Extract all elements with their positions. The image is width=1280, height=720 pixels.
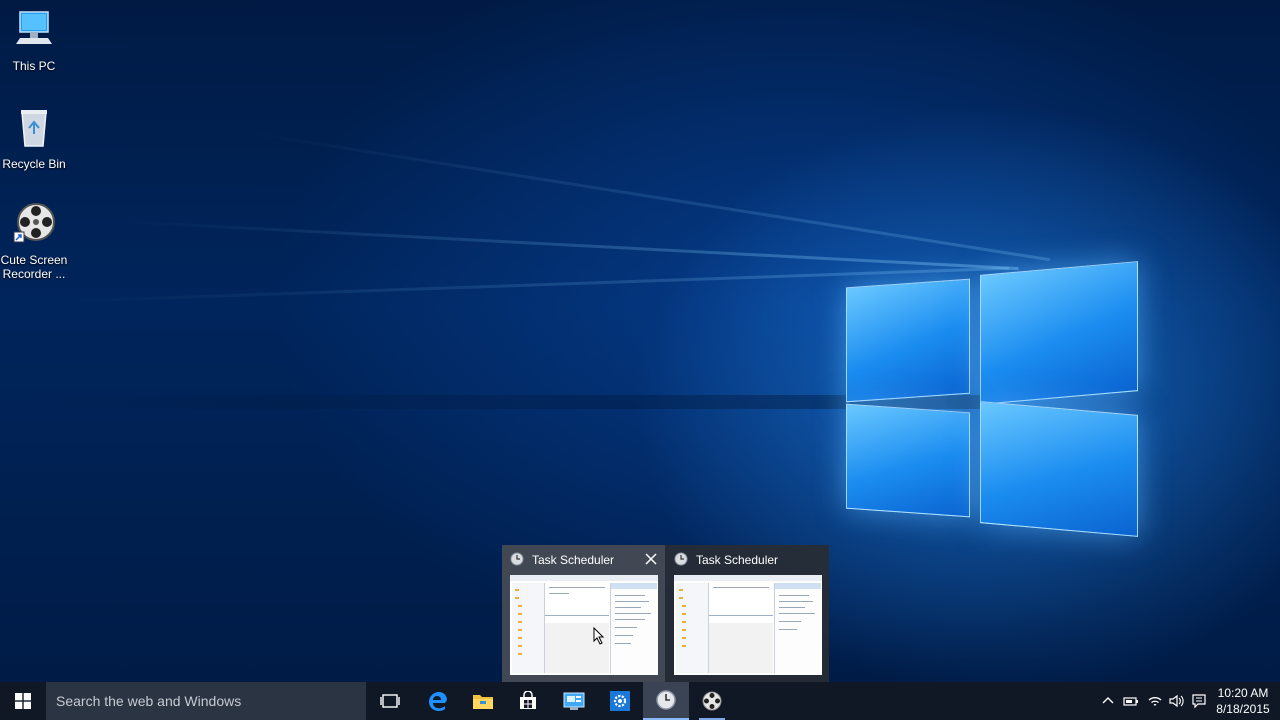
- task-view-button[interactable]: [367, 682, 413, 720]
- battery-icon[interactable]: [1123, 693, 1139, 709]
- thumbnail-task-scheduler-2[interactable]: Task Scheduler: [666, 545, 829, 682]
- desktop-icon-cute-screen-recorder[interactable]: Cute Screen Recorder ...: [0, 202, 70, 281]
- computer-icon: [16, 11, 52, 44]
- action-center-icon[interactable]: [1191, 693, 1207, 709]
- control-panel-icon: [563, 692, 585, 710]
- taskbar-thumbnail-popup: Task Scheduler Task Scheduler: [502, 545, 829, 682]
- store-icon: [520, 691, 536, 709]
- light-beam: [119, 220, 1019, 271]
- desktop-icon-this-pc[interactable]: This PC: [0, 8, 70, 73]
- logo-pane-top-left: [846, 278, 970, 403]
- thumbnail-task-scheduler-1[interactable]: Task Scheduler: [502, 545, 665, 682]
- taskbar-app-task-scheduler[interactable]: [643, 682, 689, 720]
- taskbar-app-edge[interactable]: [414, 682, 460, 720]
- clock-date: 8/18/2015: [1216, 702, 1270, 716]
- folder-icon: [473, 695, 493, 709]
- edge-icon: [429, 692, 447, 711]
- taskbar: Search the web and Windows 10:20 AM 8/18…: [0, 682, 1280, 720]
- thumbnail-title: Task Scheduler: [696, 553, 779, 567]
- desktop-icon-label-line2: Recorder ...: [2, 267, 66, 281]
- thumbnail-title: Task Scheduler: [532, 553, 615, 567]
- logo-pane-bottom-left: [846, 403, 970, 518]
- mouse-cursor-icon: [593, 627, 605, 645]
- thumbnail-preview[interactable]: [674, 575, 822, 675]
- task-view-icon: [380, 694, 400, 708]
- start-button[interactable]: [0, 682, 46, 720]
- thumbnail-preview[interactable]: [510, 575, 658, 675]
- film-reel-icon: [13, 203, 55, 243]
- speaker-icon[interactable]: [1168, 693, 1184, 709]
- windows-logo-icon: [15, 693, 31, 709]
- desktop-icon-label-line1: Cute Screen: [0, 253, 68, 267]
- logo-pane-top-right: [980, 261, 1138, 405]
- search-input[interactable]: Search the web and Windows: [46, 682, 366, 720]
- recycle-bin-icon: [21, 110, 47, 147]
- desktop-icon-label: This PC: [12, 59, 56, 73]
- clock-icon: [674, 552, 688, 566]
- gear-icon: [610, 691, 630, 711]
- chevron-up-icon[interactable]: [1100, 693, 1116, 709]
- desktop-icon-recycle-bin[interactable]: Recycle Bin: [0, 106, 70, 171]
- film-reel-icon: [702, 691, 722, 711]
- taskbar-app-control-panel[interactable]: [551, 682, 597, 720]
- wifi-icon[interactable]: [1147, 693, 1163, 709]
- taskbar-app-settings[interactable]: [597, 682, 643, 720]
- taskbar-app-cute-screen-recorder[interactable]: [689, 682, 735, 720]
- desktop-icon-label: Recycle Bin: [2, 157, 66, 171]
- clock-icon: [510, 552, 524, 566]
- taskbar-app-file-explorer[interactable]: [460, 682, 506, 720]
- logo-pane-bottom-right: [980, 401, 1138, 537]
- light-beam: [239, 130, 1051, 262]
- clock-icon: [656, 690, 676, 710]
- taskbar-clock[interactable]: 10:20 AM 8/18/2015: [1210, 685, 1276, 717]
- clock-time: 10:20 AM: [1217, 686, 1269, 700]
- close-icon[interactable]: [643, 551, 659, 567]
- taskbar-app-store[interactable]: [505, 682, 551, 720]
